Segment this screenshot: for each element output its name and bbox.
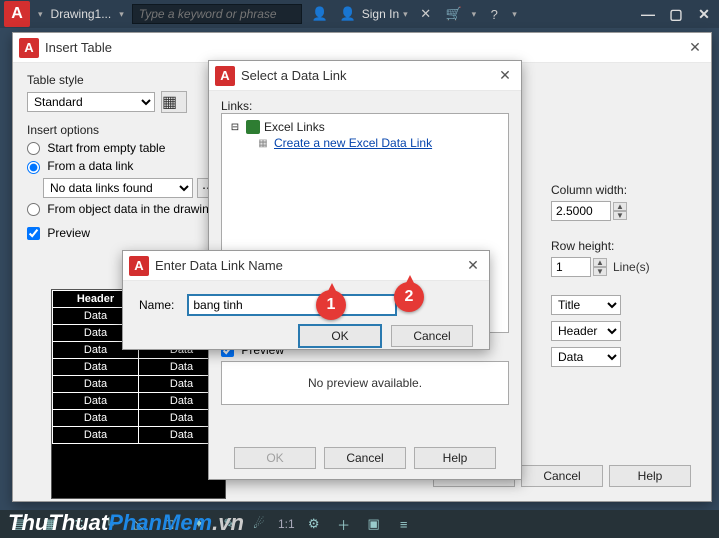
datalink-close-icon[interactable]: ✕	[495, 66, 515, 86]
colwidth-down-icon[interactable]: ▼	[613, 211, 627, 220]
signin-chevron-icon[interactable]: ▾	[403, 9, 408, 20]
search-input[interactable]	[132, 4, 302, 24]
autocad-logo-icon: A	[129, 256, 149, 276]
row-height-input[interactable]	[551, 257, 591, 277]
cart-icon[interactable]: 🛒	[444, 4, 464, 24]
insert-table-cancel-button[interactable]: Cancel	[521, 465, 603, 487]
links-label: Links:	[221, 99, 509, 113]
insert-table-title: Insert Table	[45, 40, 112, 55]
watermark: ThuThuatPhanMem.vn	[8, 510, 244, 536]
excel-icon	[246, 120, 260, 134]
column-width-label: Column width:	[551, 183, 691, 197]
create-excel-link[interactable]: ▦ Create a new Excel Data Link	[256, 136, 502, 150]
name-dialog-titlebar: A Enter Data Link Name ✕	[123, 251, 489, 281]
datalink-titlebar: A Select a Data Link ✕	[209, 61, 521, 91]
signin-button[interactable]: 👤 Sign In ▾	[338, 4, 408, 24]
insert-table-close-icon[interactable]: ✕	[685, 38, 705, 58]
autocad-logo-icon: A	[215, 66, 235, 86]
datalink-select[interactable]: No data links found	[43, 178, 193, 198]
new-link-icon: ▦	[256, 136, 270, 150]
exchange-icon[interactable]: ✕	[416, 4, 436, 24]
account-icon[interactable]: 👤	[310, 4, 330, 24]
preview-checkbox[interactable]: Preview	[27, 226, 90, 240]
cart-chevron-icon[interactable]: ▾	[472, 9, 477, 20]
opt-empty-radio[interactable]: Start from empty table	[27, 141, 165, 155]
callout-2: 2	[394, 282, 424, 312]
name-dialog-close-icon[interactable]: ✕	[463, 256, 483, 276]
app-titlebar: A ▾ Drawing1... ▾ 👤 👤 Sign In ▾ ✕ 🛒 ▾ ? …	[0, 0, 719, 28]
row-height-unit: Line(s)	[613, 260, 650, 274]
name-input[interactable]	[188, 295, 396, 315]
enter-name-dialog: A Enter Data Link Name ✕ Name: OK Cancel	[122, 250, 490, 350]
no-preview-text: No preview available.	[308, 376, 422, 390]
insert-table-help-button[interactable]: Help	[609, 465, 691, 487]
name-label: Name:	[139, 298, 174, 312]
app-menu-chevron-icon[interactable]: ▾	[38, 9, 43, 20]
datalink-help-button[interactable]: Help	[414, 447, 496, 469]
scale-label[interactable]: 1:1	[278, 517, 295, 531]
person-icon: 👤	[338, 4, 358, 24]
app-logo-icon: A	[4, 1, 30, 27]
datalink-ok-button[interactable]: OK	[234, 447, 316, 469]
opt-object-radio[interactable]: From object data in the drawing	[27, 202, 215, 216]
plus-icon[interactable]: ＋	[333, 513, 355, 535]
insert-table-titlebar: A Insert Table ✕	[13, 33, 711, 63]
opt-datalink-radio[interactable]: From a data link	[27, 159, 133, 173]
name-cancel-button[interactable]: Cancel	[391, 325, 473, 347]
doc-chevron-icon[interactable]: ▾	[119, 9, 124, 20]
table-style-select[interactable]: Standard	[27, 92, 155, 112]
maximize-button[interactable]: ▢	[665, 5, 687, 23]
help-chevron-icon[interactable]: ▾	[512, 9, 517, 20]
gear-icon[interactable]: ⚙	[303, 513, 325, 535]
rowheight-up-icon[interactable]: ▲	[593, 258, 607, 267]
cell-style-header-select[interactable]: Header	[551, 321, 621, 341]
name-dialog-title: Enter Data Link Name	[155, 258, 283, 273]
minimize-button[interactable]: —	[637, 5, 659, 23]
row-height-label: Row height:	[551, 239, 691, 253]
callout-1: 1	[316, 290, 346, 320]
insert-options-label: Insert options	[27, 123, 227, 137]
rowheight-down-icon[interactable]: ▼	[593, 267, 607, 276]
column-width-input[interactable]	[551, 201, 611, 221]
monitor-icon[interactable]: ▣	[363, 513, 385, 535]
cell-style-title-select[interactable]: Title	[551, 295, 621, 315]
document-name: Drawing1...	[51, 7, 112, 21]
close-button[interactable]: ✕	[693, 5, 715, 23]
autocad-logo-icon: A	[19, 38, 39, 58]
name-ok-button[interactable]: OK	[299, 325, 381, 347]
datalink-cancel-button[interactable]: Cancel	[324, 447, 406, 469]
tree-root-label: Excel Links	[264, 120, 325, 134]
help-icon[interactable]: ?	[484, 4, 504, 24]
datalink-title: Select a Data Link	[241, 68, 347, 83]
datalink-preview-box: No preview available.	[221, 361, 509, 405]
person-icon[interactable]: ☄	[248, 513, 270, 535]
tree-collapse-icon[interactable]: ⊟	[228, 120, 242, 134]
table-style-label: Table style	[27, 73, 227, 87]
cell-style-data-select[interactable]: Data	[551, 347, 621, 367]
signin-label: Sign In	[362, 7, 399, 21]
menu-icon[interactable]: ≡	[393, 513, 415, 535]
table-style-launch-icon[interactable]: ▦	[161, 91, 187, 113]
colwidth-up-icon[interactable]: ▲	[613, 202, 627, 211]
